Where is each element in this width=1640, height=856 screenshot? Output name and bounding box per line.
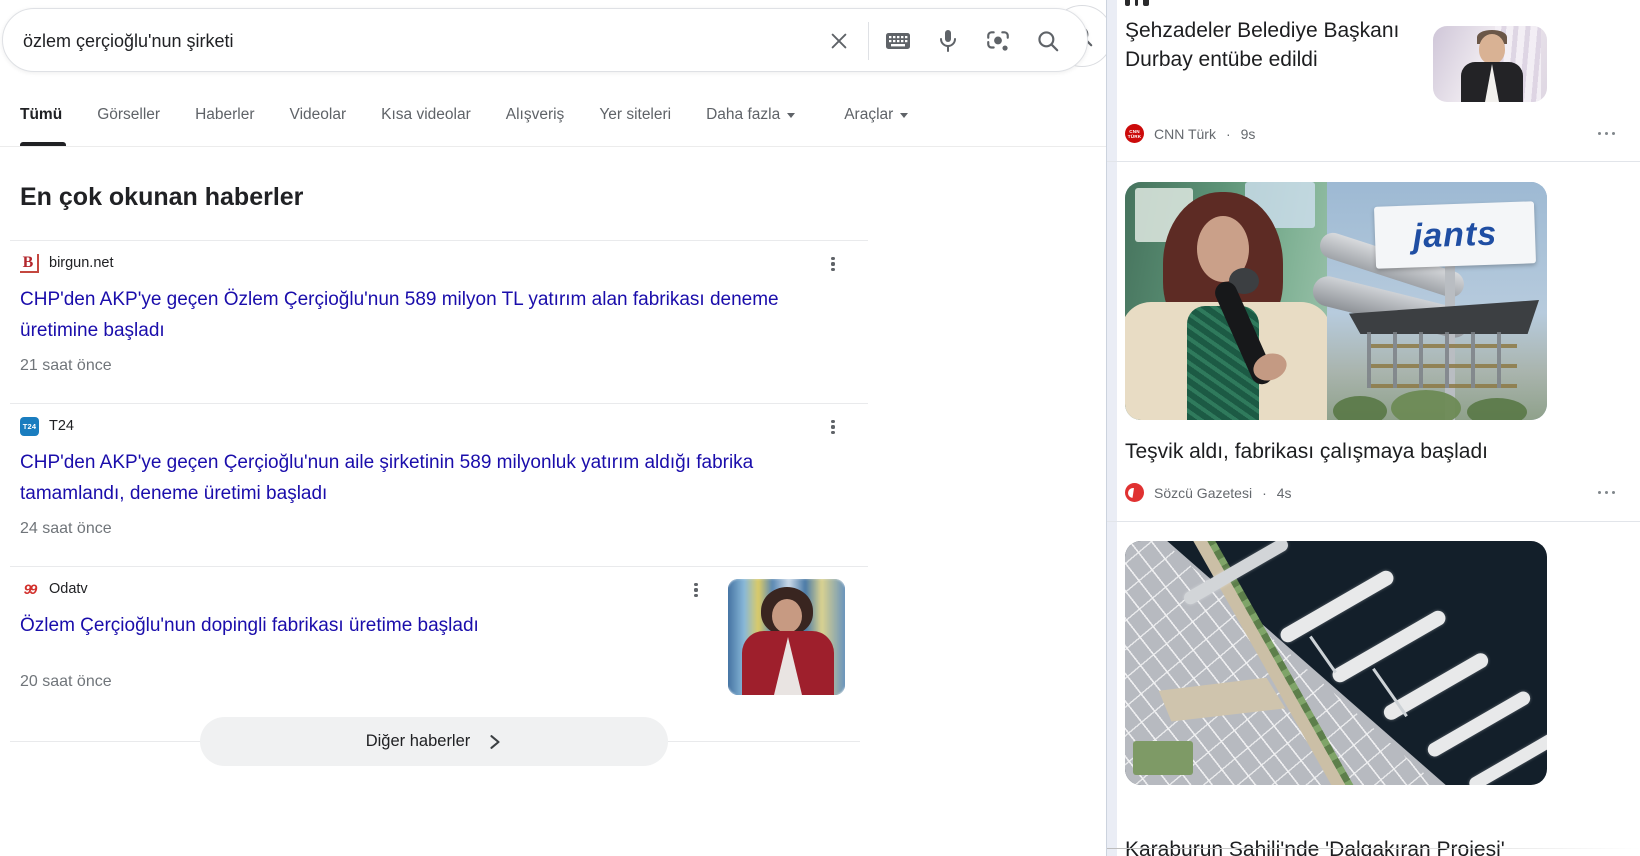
sozcu-favicon (1125, 483, 1144, 502)
clipped-bottom-edge (1107, 848, 1640, 849)
t24-favicon: T24 (20, 417, 39, 436)
google-lens-icon (985, 28, 1011, 54)
divider (1107, 521, 1640, 522)
tab-kisa-videolar[interactable]: Kısa videolar (381, 106, 471, 124)
tab-gorseller[interactable]: Görseller (97, 106, 160, 124)
feed-card-image[interactable] (1125, 541, 1547, 785)
keyboard-icon (885, 30, 911, 52)
dot-separator: · (1262, 485, 1267, 501)
news-timestamp: 24 saat önce (20, 520, 832, 538)
feed-card-source-row: Sözcü Gazetesi · 4s (1125, 483, 1623, 502)
tab-yer-siteleri[interactable]: Yer siteleri (599, 106, 671, 124)
search-bar[interactable]: özlem çerçioğlu'nun şirketi (2, 8, 1088, 72)
search-icon (1035, 28, 1061, 54)
more-options-icon[interactable] (823, 415, 843, 439)
divider (10, 566, 868, 567)
result-tabs: Tümü Görseller Haberler Videolar Kısa vi… (20, 106, 908, 124)
photo-factory: jants (1327, 182, 1547, 420)
tab-videolar[interactable]: Videolar (290, 106, 347, 124)
news-feed-panel: Şehzadeler Belediye Başkanı Durbay entüb… (1106, 0, 1640, 856)
screenshot-stage: özlem çerçioğlu'nun şirketi (0, 0, 1640, 856)
photo-woman-speaking (1125, 182, 1327, 420)
source-name: Odatv (49, 581, 88, 597)
panel-edge-strip (1107, 0, 1117, 856)
odatv-favicon: 99 (20, 580, 39, 599)
chevron-down-icon (787, 113, 795, 118)
dot-separator: · (1226, 126, 1231, 142)
chevron-right-icon (488, 735, 502, 749)
news-timestamp: 20 saat önce (20, 673, 680, 691)
lens-search-button[interactable] (973, 9, 1023, 73)
news-result: T24 T24 CHP'den AKP'ye geçen Çerçioğlu'n… (20, 416, 832, 538)
chevron-down-icon (900, 113, 908, 118)
clear-search-button[interactable] (814, 9, 864, 73)
search-input[interactable]: özlem çerçioğlu'nun şirketi (23, 9, 234, 73)
news-thumbnail[interactable] (728, 579, 845, 695)
feed-card-image[interactable]: jants (1125, 182, 1547, 420)
close-icon (828, 30, 850, 52)
tab-haberler[interactable]: Haberler (195, 106, 254, 124)
source-name: CNN Türk (1154, 126, 1216, 142)
timestamp: 4s (1277, 485, 1292, 501)
microphone-icon (936, 28, 960, 54)
tab-daha-fazla[interactable]: Daha fazla (706, 106, 795, 124)
more-options-icon[interactable] (686, 578, 706, 602)
more-options-icon[interactable] (1598, 491, 1616, 495)
more-options-icon[interactable] (823, 252, 843, 276)
tab-araclar[interactable]: Araçlar (844, 106, 908, 124)
cnn-turk-favicon: CNNTÜRK (1125, 124, 1144, 143)
news-timestamp: 21 saat önce (20, 357, 832, 375)
news-result: 99 Odatv Özlem Çerçioğlu'nun dopingli fa… (20, 579, 680, 691)
source-name: T24 (49, 418, 74, 434)
tab-alisveris[interactable]: Alışveriş (506, 106, 565, 124)
divider (1107, 161, 1640, 162)
news-result: B birgun.net CHP'den AKP'ye geçen Özlem … (20, 253, 832, 375)
source-name: Sözcü Gazetesi (1154, 485, 1252, 501)
section-heading: En çok okunan haberler (20, 183, 303, 212)
search-submit-button[interactable] (1023, 9, 1073, 73)
feed-card-title[interactable]: Karaburun Sahili'nde 'Dalgakıran Projesi… (1125, 835, 1565, 856)
timestamp: 9s (1241, 126, 1256, 142)
feed-card-thumbnail[interactable] (1433, 26, 1547, 102)
feed-card-title[interactable]: Şehzadeler Belediye Başkanı Durbay entüb… (1125, 16, 1425, 74)
feed-card-source-row: CNNTÜRK CNN Türk · 9s (1125, 124, 1623, 143)
source-name: birgun.net (49, 255, 114, 271)
divider (10, 403, 868, 404)
more-news-button[interactable]: Diğer haberler (200, 717, 668, 766)
more-options-icon[interactable] (1598, 132, 1616, 136)
factory-sign-text: jants (1412, 214, 1498, 256)
news-result-link[interactable]: CHP'den AKP'ye geçen Çerçioğlu'nun aile … (20, 447, 832, 509)
voice-search-button[interactable] (923, 9, 973, 73)
birgun-favicon: B (20, 254, 39, 273)
virtual-keyboard-button[interactable] (873, 9, 923, 73)
news-result-link[interactable]: CHP'den AKP'ye geçen Özlem Çerçioğlu'nun… (20, 284, 832, 346)
search-bar-divider (868, 22, 869, 60)
clipped-text-fragment (1125, 0, 1149, 6)
feed-card-title[interactable]: Teşvik aldı, fabrikası çalışmaya başladı (1125, 437, 1545, 466)
tab-tumu[interactable]: Tümü (20, 106, 62, 124)
news-result-link[interactable]: Özlem Çerçioğlu'nun dopingli fabrikası ü… (20, 610, 680, 641)
divider (10, 240, 868, 241)
tabs-divider (0, 146, 1106, 147)
